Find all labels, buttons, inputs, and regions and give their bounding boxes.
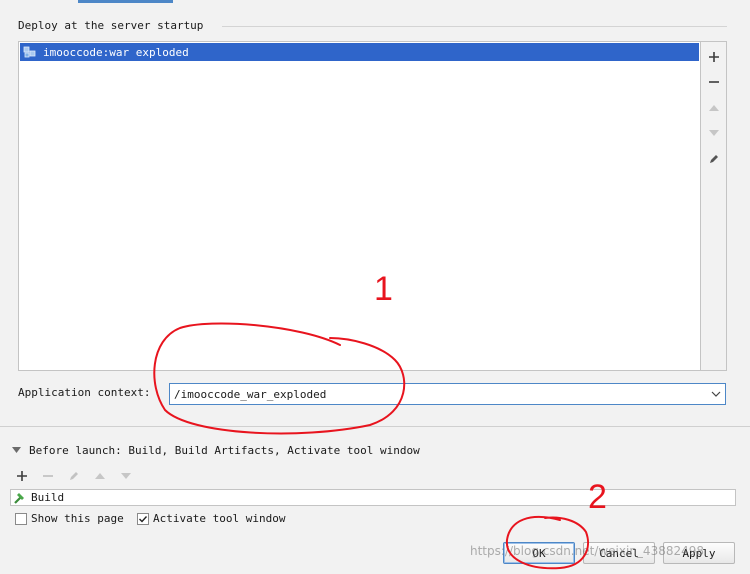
activate-window-option[interactable]: Activate tool window	[137, 512, 285, 525]
add-icon[interactable]	[14, 468, 30, 484]
artifact-name: imooccode:war exploded	[43, 45, 189, 59]
apply-button[interactable]: Apply	[663, 542, 735, 564]
deploy-toolbar	[701, 41, 727, 371]
activate-window-label: Activate tool window	[153, 512, 286, 525]
activate-window-checkbox[interactable]	[137, 512, 149, 525]
show-page-label: Show this page	[31, 512, 124, 525]
move-down-icon[interactable]	[706, 125, 722, 141]
task-name: Build	[31, 491, 65, 504]
before-launch-title: Before launch: Build, Build Artifacts, A…	[29, 444, 420, 457]
remove-icon[interactable]	[706, 74, 722, 90]
chevron-down-icon[interactable]	[707, 391, 725, 397]
collapse-triangle-icon[interactable]	[12, 444, 21, 457]
artifact-list[interactable]: imooccode:war exploded	[18, 41, 701, 371]
before-launch-header[interactable]: Before launch: Build, Build Artifacts, A…	[12, 444, 420, 457]
add-icon[interactable]	[706, 49, 722, 65]
edit-icon[interactable]	[706, 151, 722, 167]
before-launch-task-list[interactable]: Build	[10, 489, 736, 506]
application-context-label: Application context:	[18, 386, 151, 399]
move-down-icon[interactable]	[118, 468, 134, 484]
ok-button[interactable]: OK	[503, 542, 575, 564]
section-divider	[0, 426, 750, 427]
application-context-input[interactable]	[170, 385, 707, 403]
remove-icon[interactable]	[40, 468, 56, 484]
before-launch-toolbar	[14, 468, 134, 484]
application-context-combo[interactable]	[169, 383, 726, 405]
hammer-icon	[13, 491, 27, 505]
move-up-icon[interactable]	[92, 468, 108, 484]
edit-icon[interactable]	[66, 468, 82, 484]
cancel-button[interactable]: Cancel	[583, 542, 655, 564]
show-page-checkbox[interactable]	[15, 512, 27, 525]
deploy-section-title: Deploy at the server startup	[18, 19, 204, 32]
active-tab-indicator	[78, 0, 173, 3]
artifact-list-item[interactable]: imooccode:war exploded	[20, 43, 699, 61]
section-divider	[222, 26, 727, 27]
artifact-exploded-icon	[23, 45, 37, 59]
show-page-option[interactable]: Show this page	[15, 512, 124, 525]
move-up-icon[interactable]	[706, 100, 722, 116]
